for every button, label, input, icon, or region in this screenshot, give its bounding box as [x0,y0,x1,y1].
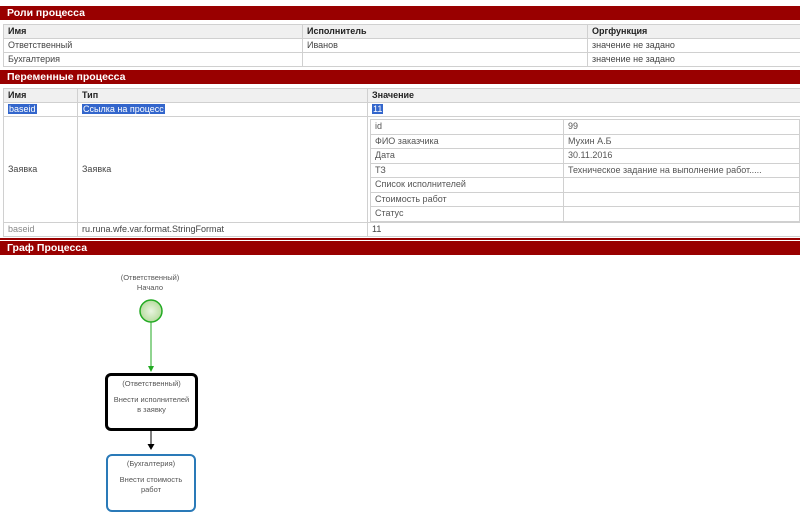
task-role: (Ответственный) [108,379,195,389]
task-role: (Бухгалтерия) [108,459,194,469]
arrowhead [148,444,155,450]
task-name: Внести стоимость работ [108,475,194,495]
start-event-circle[interactable] [140,300,162,322]
task-fill-cost[interactable]: (Бухгалтерия) Внести стоимость работ [106,454,196,512]
process-graph-canvas [0,0,800,509]
task-fill-executors[interactable]: (Ответственный) Внести исполнителей в за… [105,373,198,431]
task-name: Внести исполнителей в заявку [108,395,195,415]
arrowhead [148,366,154,372]
